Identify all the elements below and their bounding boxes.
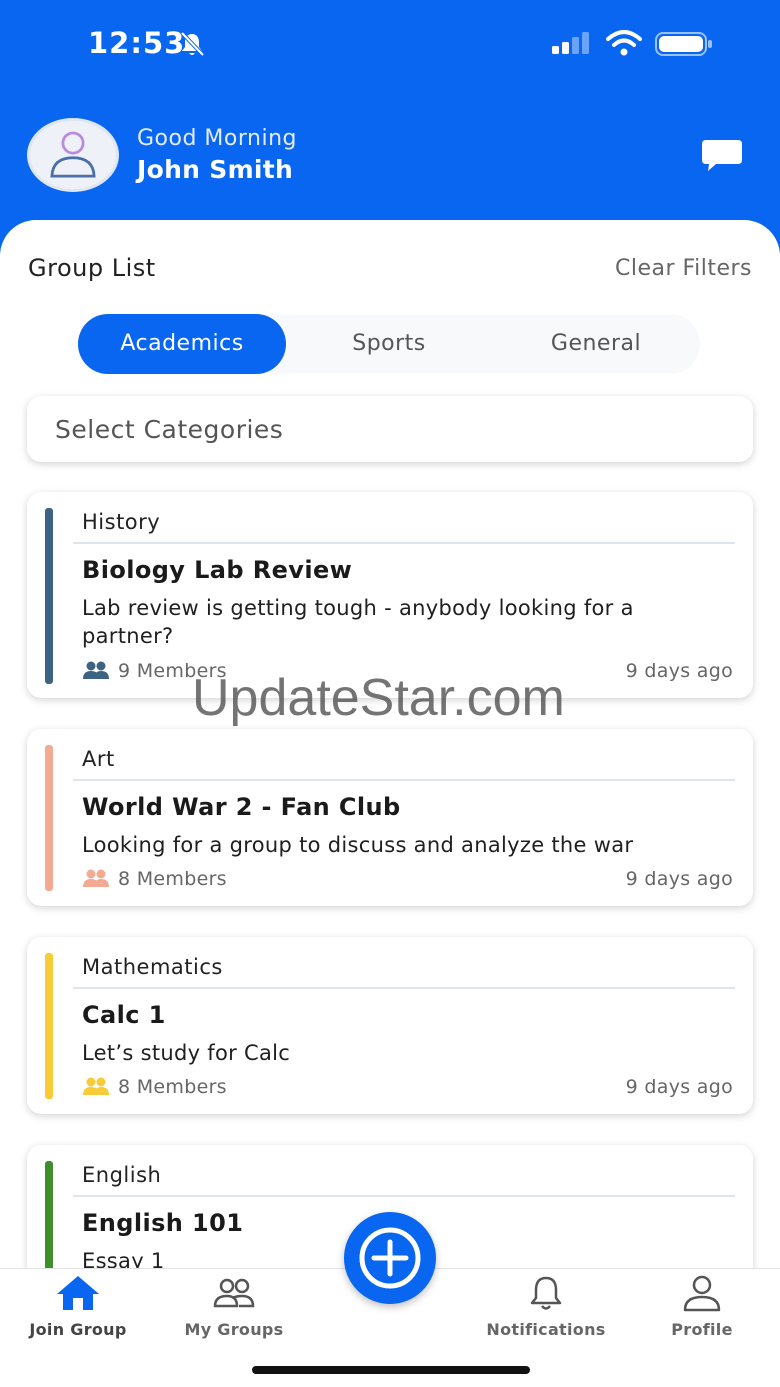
bell-muted-icon: [180, 31, 205, 57]
plus-circle-icon: [359, 1227, 421, 1289]
time-ago: 9 days ago: [625, 1076, 733, 1098]
member-count: 8 Members: [82, 1076, 227, 1098]
nav-label: Join Group: [29, 1320, 127, 1339]
nav-join-group[interactable]: Join Group: [0, 1274, 156, 1339]
watermark-text: UpdateStar.com: [192, 669, 565, 727]
groups-icon: [213, 1278, 255, 1308]
tab-general[interactable]: General: [492, 314, 700, 374]
member-count-label: 8 Members: [118, 1076, 227, 1098]
add-group-button[interactable]: [344, 1212, 436, 1304]
group-description: Looking for a group to discuss and analy…: [82, 833, 634, 857]
group-title: Calc 1: [82, 1001, 166, 1029]
nav-notifications[interactable]: Notifications: [468, 1274, 624, 1339]
card-color-bar: [45, 508, 53, 684]
divider: [73, 779, 735, 781]
divider: [73, 1195, 735, 1197]
tab-academics[interactable]: Academics: [78, 314, 286, 374]
group-title: World War 2 - Fan Club: [82, 793, 401, 821]
group-description: Let’s study for Calc: [82, 1041, 291, 1065]
nav-label: Notifications: [486, 1320, 606, 1339]
group-category: English: [82, 1163, 162, 1187]
tab-sports[interactable]: Sports: [286, 314, 492, 374]
time-ago: 9 days ago: [625, 868, 733, 890]
nav-label: Profile: [671, 1320, 733, 1339]
group-title: English 101: [82, 1209, 244, 1237]
chat-icon[interactable]: [700, 138, 744, 174]
time-ago: 9 days ago: [625, 660, 733, 682]
status-time: 12:53: [88, 26, 186, 60]
nav-my-groups[interactable]: My Groups: [156, 1274, 312, 1339]
user-avatar-icon: [50, 131, 96, 178]
bell-icon: [530, 1276, 562, 1310]
card-color-bar: [45, 745, 53, 891]
members-icon: [83, 1077, 109, 1095]
member-count-label: 8 Members: [118, 868, 227, 890]
card-color-bar: [45, 953, 53, 1099]
group-description: Lab review is getting tough - anybody lo…: [82, 596, 634, 648]
divider: [73, 542, 735, 544]
select-categories-dropdown[interactable]: Select Categories: [27, 396, 753, 462]
person-icon: [683, 1275, 721, 1312]
avatar[interactable]: [27, 118, 119, 192]
cellular-signal-icon: [552, 32, 589, 54]
members-icon: [83, 869, 109, 887]
group-category: Art: [82, 747, 115, 771]
battery-icon: [655, 32, 712, 56]
category-tabs: Academics Sports General: [78, 314, 700, 374]
divider: [73, 987, 735, 989]
nav-profile[interactable]: Profile: [624, 1274, 780, 1339]
select-categories-placeholder: Select Categories: [55, 415, 284, 444]
clear-filters-button[interactable]: Clear Filters: [615, 256, 752, 281]
greeting-text: Good Morning: [137, 126, 297, 151]
nav-label: My Groups: [184, 1320, 284, 1339]
member-count: 8 Members: [82, 868, 227, 890]
group-category: History: [82, 510, 161, 534]
wifi-icon: [606, 30, 642, 56]
group-card[interactable]: Art World War 2 - Fan Club Looking for a…: [27, 729, 753, 906]
page-title: Group List: [28, 254, 156, 282]
group-card[interactable]: Mathematics Calc 1 Let’s study for Calc …: [27, 937, 753, 1114]
home-indicator: [252, 1366, 530, 1374]
members-icon: [83, 661, 109, 679]
home-icon: [57, 1276, 99, 1310]
user-name: John Smith: [137, 155, 294, 184]
group-category: Mathematics: [82, 955, 223, 979]
group-title: Biology Lab Review: [82, 556, 353, 584]
